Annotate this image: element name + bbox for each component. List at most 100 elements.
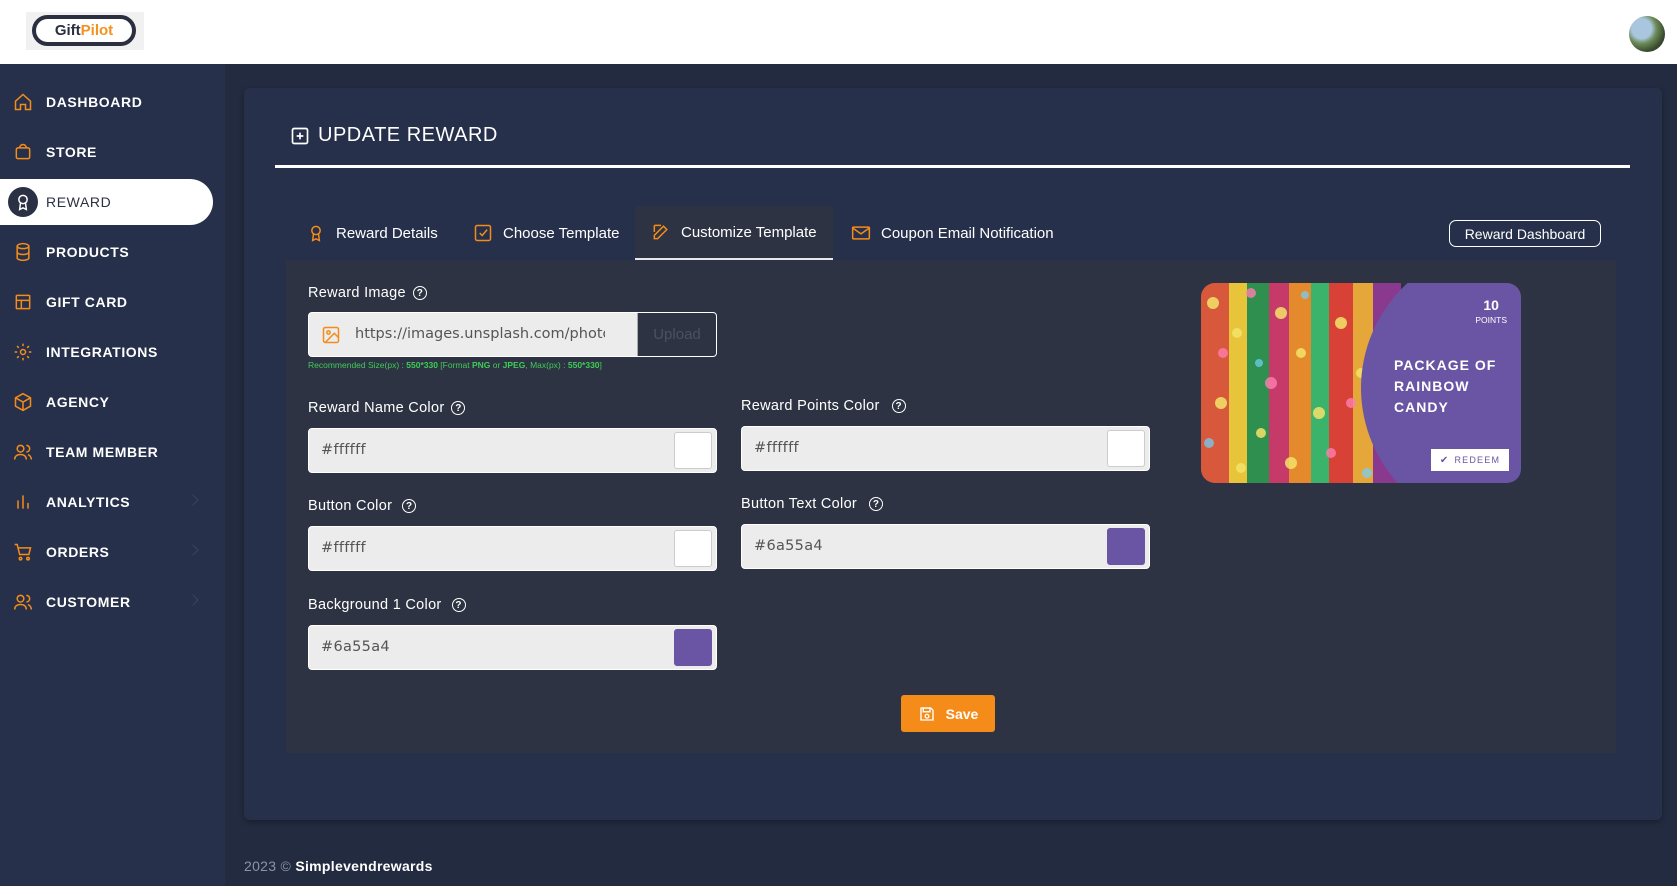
logo[interactable]: Gift Pilot [26, 12, 144, 50]
button-text-color-swatch[interactable] [1107, 528, 1145, 565]
reward-points-color-value: #ffffff [754, 440, 799, 456]
chevron-right-icon [187, 494, 199, 506]
reward-preview-card: 10 POINTS PACKAGE OF RAINBOW CANDY ✔ RED… [1201, 283, 1521, 483]
reward-image-hint: Recommended Size(px) : 550*330 [Format P… [308, 360, 602, 370]
sidebar-item-label: STORE [46, 144, 97, 160]
reward-points-color-label-text: Reward Points Color [741, 398, 880, 414]
tab-choose-template[interactable]: Choose Template [457, 206, 635, 260]
image-icon [322, 326, 340, 344]
redeem-button[interactable]: ✔ REDEEM [1431, 449, 1509, 471]
sidebar-item-store[interactable]: STORE [0, 129, 213, 175]
button-text-color-field[interactable]: #6a55a4 [741, 524, 1150, 569]
button-color-value: #ffffff [321, 540, 366, 556]
footer-company-link[interactable]: Simplevendrewards [295, 858, 432, 874]
button-text-color-label: Button Text Color ? [741, 496, 884, 512]
users-icon [12, 591, 34, 613]
sidebar-item-label: TEAM MEMBER [46, 444, 159, 460]
reward-points-color-swatch[interactable] [1107, 430, 1145, 467]
button-color-field[interactable]: #ffffff [308, 526, 717, 571]
reward-points-color-label: Reward Points Color ? [741, 398, 906, 414]
upload-button[interactable]: Upload [637, 313, 716, 356]
background-1-color-label-text: Background 1 Color [308, 597, 442, 613]
chevron-right-icon [187, 544, 199, 556]
user-avatar[interactable] [1629, 16, 1665, 52]
sidebar-item-team-member[interactable]: TEAM MEMBER [0, 429, 213, 475]
tab-customize-template[interactable]: Customize Template [635, 206, 833, 260]
reward-image-url-input[interactable]: https://images.unsplash.com/photo [355, 326, 605, 342]
sidebar-item-label: AGENCY [46, 394, 110, 410]
mail-icon [851, 226, 871, 240]
edit-icon [653, 224, 668, 240]
button-color-label-text: Button Color [308, 498, 393, 514]
footer: 2023 © Simplevendrewards [244, 858, 433, 874]
tab-coupon-email-notification[interactable]: Coupon Email Notification [835, 206, 1070, 260]
tab-reward-details[interactable]: Reward Details [290, 206, 454, 260]
hint-or: or [490, 360, 503, 370]
database-icon [12, 241, 34, 263]
sidebar-item-orders[interactable]: ORDERS [0, 529, 213, 575]
sidebar-item-label: REWARD [46, 194, 112, 210]
hint-end: ] [599, 360, 602, 370]
sidebar-item-integrations[interactable]: INTEGRATIONS [0, 329, 213, 375]
box-icon [12, 391, 34, 413]
reward-points-value: 10 [1483, 297, 1499, 313]
hint-jpeg: JPEG [502, 360, 526, 370]
reward-name: PACKAGE OF RAINBOW CANDY [1394, 357, 1497, 415]
hint-prefix: Recommended Size(px) : [308, 360, 407, 370]
sidebar-item-dashboard[interactable]: DASHBOARD [0, 79, 213, 125]
home-icon [12, 91, 34, 113]
top-bar: Gift Pilot [0, 0, 1677, 64]
award-icon [311, 225, 321, 242]
save-button[interactable]: Save [901, 695, 995, 732]
sidebar-item-analytics[interactable]: ANALYTICS [0, 479, 213, 525]
sidebar-item-reward[interactable]: REWARD [0, 179, 213, 225]
reward-dashboard-button[interactable]: Reward Dashboard [1449, 220, 1601, 247]
reward-name-color-value: #ffffff [321, 442, 366, 458]
page-title: UPDATE REWARD [290, 124, 498, 147]
help-icon[interactable]: ? [402, 499, 417, 513]
sidebar-item-products[interactable]: PRODUCTS [0, 229, 213, 275]
hint-png: PNG [471, 360, 491, 370]
logo-text-pilot: Pilot [80, 22, 114, 39]
sidebar-item-label: ORDERS [46, 544, 110, 560]
sidebar-item-label: GIFT CARD [46, 294, 128, 310]
reward-points-unit: POINTS [1475, 315, 1507, 325]
page-title-text: UPDATE REWARD [318, 124, 498, 146]
sidebar-item-label: CUSTOMER [46, 594, 131, 610]
help-icon[interactable]: ? [451, 598, 466, 612]
gear-icon [12, 341, 34, 363]
reward-name-color-label: Reward Name Color ? [308, 400, 466, 416]
sidebar-item-customer[interactable]: CUSTOMER [0, 579, 213, 625]
store-icon [12, 141, 34, 163]
button-color-swatch[interactable] [674, 530, 712, 567]
logo-text: Gift Pilot [32, 15, 136, 46]
background-1-color-value: #6a55a4 [321, 639, 390, 655]
button-text-color-value: #6a55a4 [754, 538, 823, 554]
help-icon[interactable]: ? [869, 497, 884, 511]
check-square-icon [474, 224, 492, 242]
sidebar-item-gift-card[interactable]: GIFT CARD [0, 279, 213, 325]
background-1-color-label: Background 1 Color ? [308, 597, 466, 613]
help-icon[interactable]: ? [412, 286, 427, 300]
sidebar-item-label: ANALYTICS [46, 494, 131, 510]
sidebar-item-label: INTEGRATIONS [46, 344, 158, 360]
sidebar-item-agency[interactable]: AGENCY [0, 379, 213, 425]
hint-max: 550*330 [567, 360, 600, 370]
background-1-color-field[interactable]: #6a55a4 [308, 625, 717, 670]
tab-label: Choose Template [503, 224, 620, 242]
reward-points: 10 POINTS [1475, 297, 1507, 325]
sidebar: DASHBOARD STORE REWARD PRODUCTS GIFT CAR… [0, 64, 225, 886]
help-icon[interactable]: ? [451, 401, 466, 415]
help-icon[interactable]: ? [891, 399, 906, 413]
background-1-color-swatch[interactable] [674, 629, 712, 666]
hint-mid2: , Max(px) : [525, 360, 568, 370]
reward-name-color-swatch[interactable] [674, 432, 712, 469]
award-icon [8, 187, 38, 217]
button-text-color-label-text: Button Text Color [741, 496, 858, 512]
check-icon: ✔ [1439, 454, 1450, 466]
redeem-label: REDEEM [1454, 455, 1501, 465]
reward-name-color-field[interactable]: #ffffff [308, 428, 717, 473]
reward-image-field: https://images.unsplash.com/photo Upload [308, 312, 717, 357]
reward-points-color-field[interactable]: #ffffff [741, 426, 1150, 471]
hint-mid1: [Format [437, 360, 472, 370]
